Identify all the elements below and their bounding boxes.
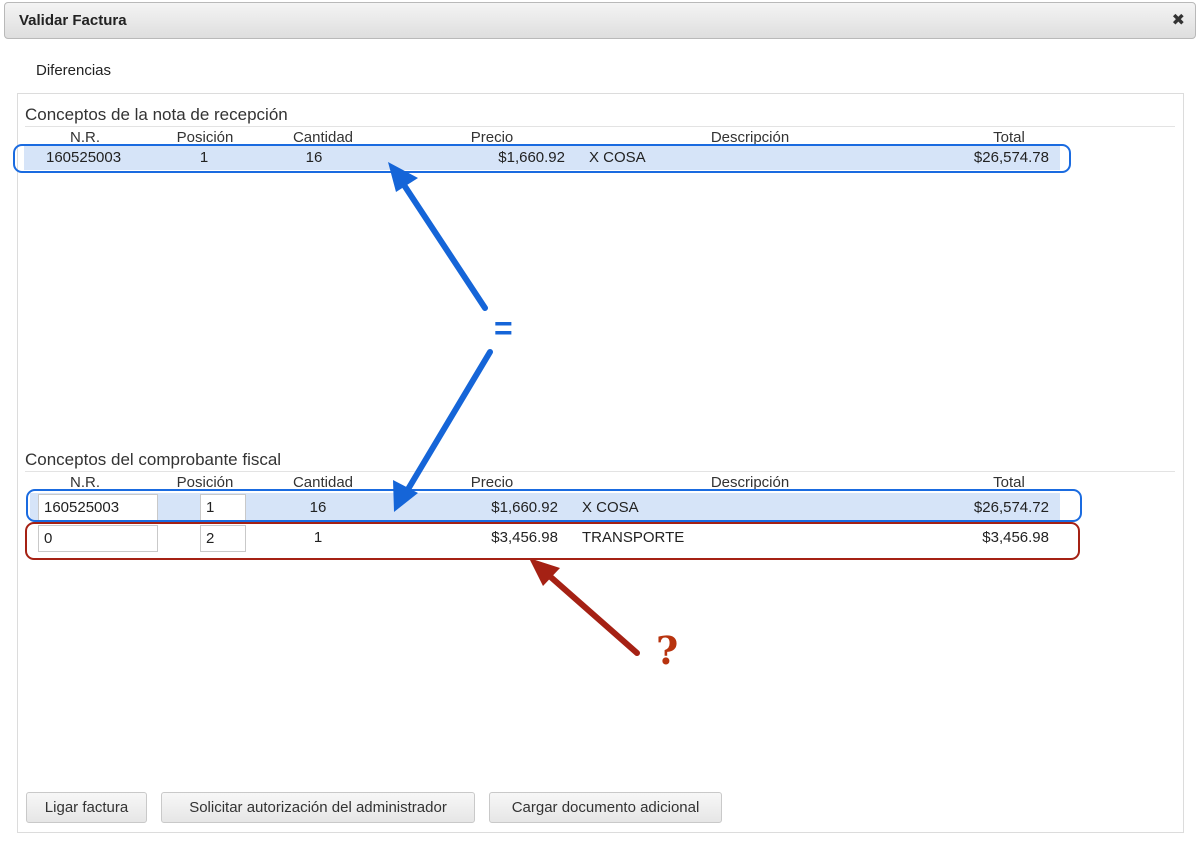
annotation-equals: = [494, 310, 513, 346]
link-invoice-button[interactable]: Ligar factura [26, 792, 147, 823]
arrow-down-icon [401, 349, 493, 499]
arrow-head-down-icon [393, 480, 418, 512]
arrow-red-icon [542, 569, 640, 656]
annotation-question: ? [656, 628, 679, 673]
request-authorization-button[interactable]: Solicitar autorización del administrador [161, 792, 475, 823]
arrow-head-up-icon [388, 162, 418, 192]
upload-document-button[interactable]: Cargar documento adicional [489, 792, 722, 823]
arrow-up-icon [399, 179, 488, 311]
annotation-arrows [388, 162, 640, 656]
